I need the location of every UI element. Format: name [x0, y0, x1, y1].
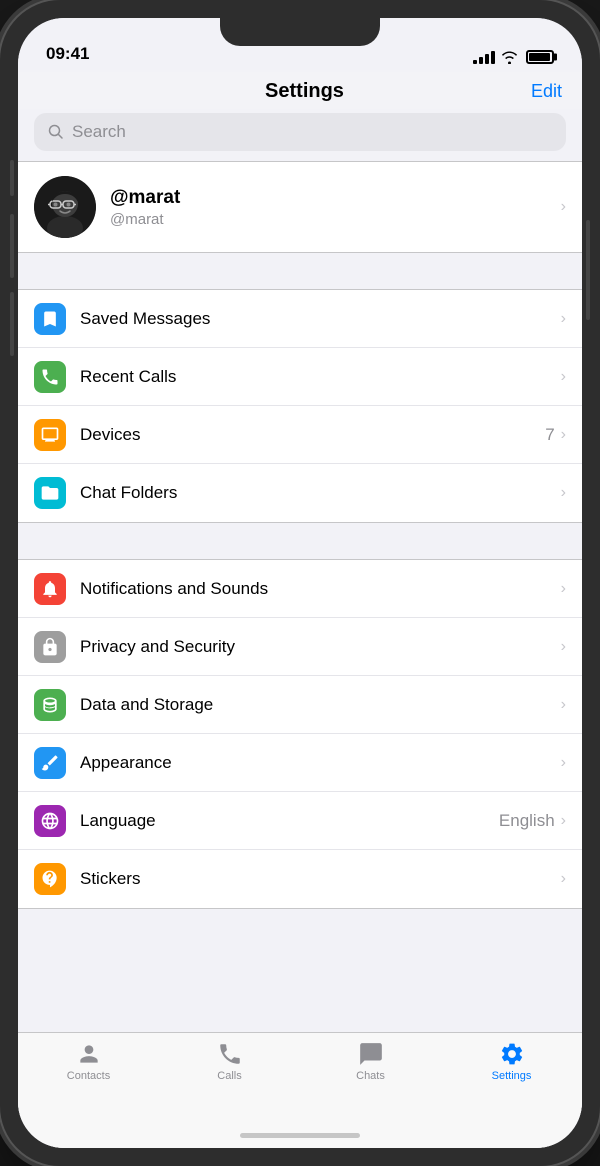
avatar-image	[34, 176, 96, 238]
notifications-row[interactable]: Notifications and Sounds ›	[18, 560, 582, 618]
appearance-label: Appearance	[80, 753, 561, 773]
tab-chats[interactable]: Chats	[300, 1041, 441, 1082]
tab-chats-label: Chats	[356, 1070, 385, 1082]
tab-settings-label: Settings	[492, 1070, 532, 1082]
language-row[interactable]: Language English ›	[18, 792, 582, 850]
devices-icon	[34, 419, 66, 451]
search-bar[interactable]: Search	[34, 113, 566, 151]
volume-down-button	[10, 292, 14, 356]
home-indicator	[18, 1122, 582, 1148]
settings-tab-icon	[499, 1041, 525, 1067]
recent-calls-row[interactable]: Recent Calls ›	[18, 348, 582, 406]
chats-icon	[358, 1041, 384, 1067]
search-icon	[48, 124, 64, 140]
tab-contacts-label: Contacts	[67, 1070, 110, 1082]
home-bar	[240, 1133, 360, 1138]
search-placeholder: Search	[72, 122, 126, 142]
stickers-chevron: ›	[561, 870, 566, 888]
profile-name: @marat	[110, 187, 547, 209]
profile-section: @marat @marat ›	[18, 161, 582, 253]
data-storage-chevron: ›	[561, 696, 566, 714]
signal-icon	[473, 51, 495, 64]
navigation-bar: Settings Edit	[18, 72, 582, 109]
devices-row[interactable]: Devices 7 ›	[18, 406, 582, 464]
page-title: Settings	[265, 80, 344, 103]
status-icons	[473, 50, 554, 64]
recent-calls-label: Recent Calls	[80, 367, 561, 387]
content-area: Settings Edit Search	[18, 72, 582, 1148]
appearance-chevron: ›	[561, 754, 566, 772]
section-1: Saved Messages › Recent Calls ›	[18, 289, 582, 523]
notifications-icon	[34, 573, 66, 605]
language-icon	[34, 805, 66, 837]
privacy-label: Privacy and Security	[80, 637, 561, 657]
saved-messages-icon	[34, 303, 66, 335]
privacy-chevron: ›	[561, 638, 566, 656]
saved-messages-row[interactable]: Saved Messages ›	[18, 290, 582, 348]
tab-calls[interactable]: Calls	[159, 1041, 300, 1082]
battery-icon	[526, 50, 554, 64]
profile-chevron: ›	[561, 198, 566, 216]
tab-calls-label: Calls	[217, 1070, 241, 1082]
saved-messages-chevron: ›	[561, 310, 566, 328]
recent-calls-icon	[34, 361, 66, 393]
phone-screen: 09:41	[18, 18, 582, 1148]
settings-list: @marat @marat › Saved Messages	[18, 161, 582, 1032]
phone-frame: 09:41	[0, 0, 600, 1166]
stickers-icon	[34, 863, 66, 895]
privacy-row[interactable]: Privacy and Security ›	[18, 618, 582, 676]
wifi-icon	[501, 51, 518, 64]
power-button	[586, 220, 590, 320]
data-storage-label: Data and Storage	[80, 695, 561, 715]
data-storage-icon	[34, 689, 66, 721]
chat-folders-icon	[34, 477, 66, 509]
stickers-row[interactable]: Stickers ›	[18, 850, 582, 908]
section-gap-2	[18, 523, 582, 559]
avatar	[34, 176, 96, 238]
tab-contacts[interactable]: Contacts	[18, 1041, 159, 1082]
section-2: Notifications and Sounds › Privacy and S…	[18, 559, 582, 909]
language-value: English	[499, 811, 555, 831]
notifications-chevron: ›	[561, 580, 566, 598]
profile-info: @marat @marat	[110, 187, 547, 228]
stickers-label: Stickers	[80, 869, 561, 889]
notifications-label: Notifications and Sounds	[80, 579, 561, 599]
language-chevron: ›	[561, 812, 566, 830]
notch	[220, 18, 380, 46]
privacy-icon	[34, 631, 66, 663]
status-time: 09:41	[46, 44, 89, 64]
chat-folders-label: Chat Folders	[80, 483, 561, 503]
profile-handle: @marat	[110, 211, 547, 228]
calls-tab-icon	[217, 1041, 243, 1067]
data-storage-row[interactable]: Data and Storage ›	[18, 676, 582, 734]
saved-messages-label: Saved Messages	[80, 309, 561, 329]
contacts-icon	[76, 1041, 102, 1067]
mute-button	[10, 160, 14, 196]
chat-folders-chevron: ›	[561, 484, 566, 502]
devices-chevron: ›	[561, 426, 566, 444]
section-gap-1	[18, 253, 582, 289]
recent-calls-chevron: ›	[561, 368, 566, 386]
search-container: Search	[18, 109, 582, 161]
appearance-icon	[34, 747, 66, 779]
tab-settings[interactable]: Settings	[441, 1041, 582, 1082]
edit-button[interactable]: Edit	[531, 81, 562, 102]
profile-row[interactable]: @marat @marat ›	[18, 162, 582, 252]
bottom-spacer	[18, 909, 582, 929]
devices-badge: 7	[545, 425, 554, 445]
language-label: Language	[80, 811, 499, 831]
devices-label: Devices	[80, 425, 545, 445]
tab-bar: Contacts Calls Chats	[18, 1032, 582, 1122]
appearance-row[interactable]: Appearance ›	[18, 734, 582, 792]
chat-folders-row[interactable]: Chat Folders ›	[18, 464, 582, 522]
volume-up-button	[10, 214, 14, 278]
